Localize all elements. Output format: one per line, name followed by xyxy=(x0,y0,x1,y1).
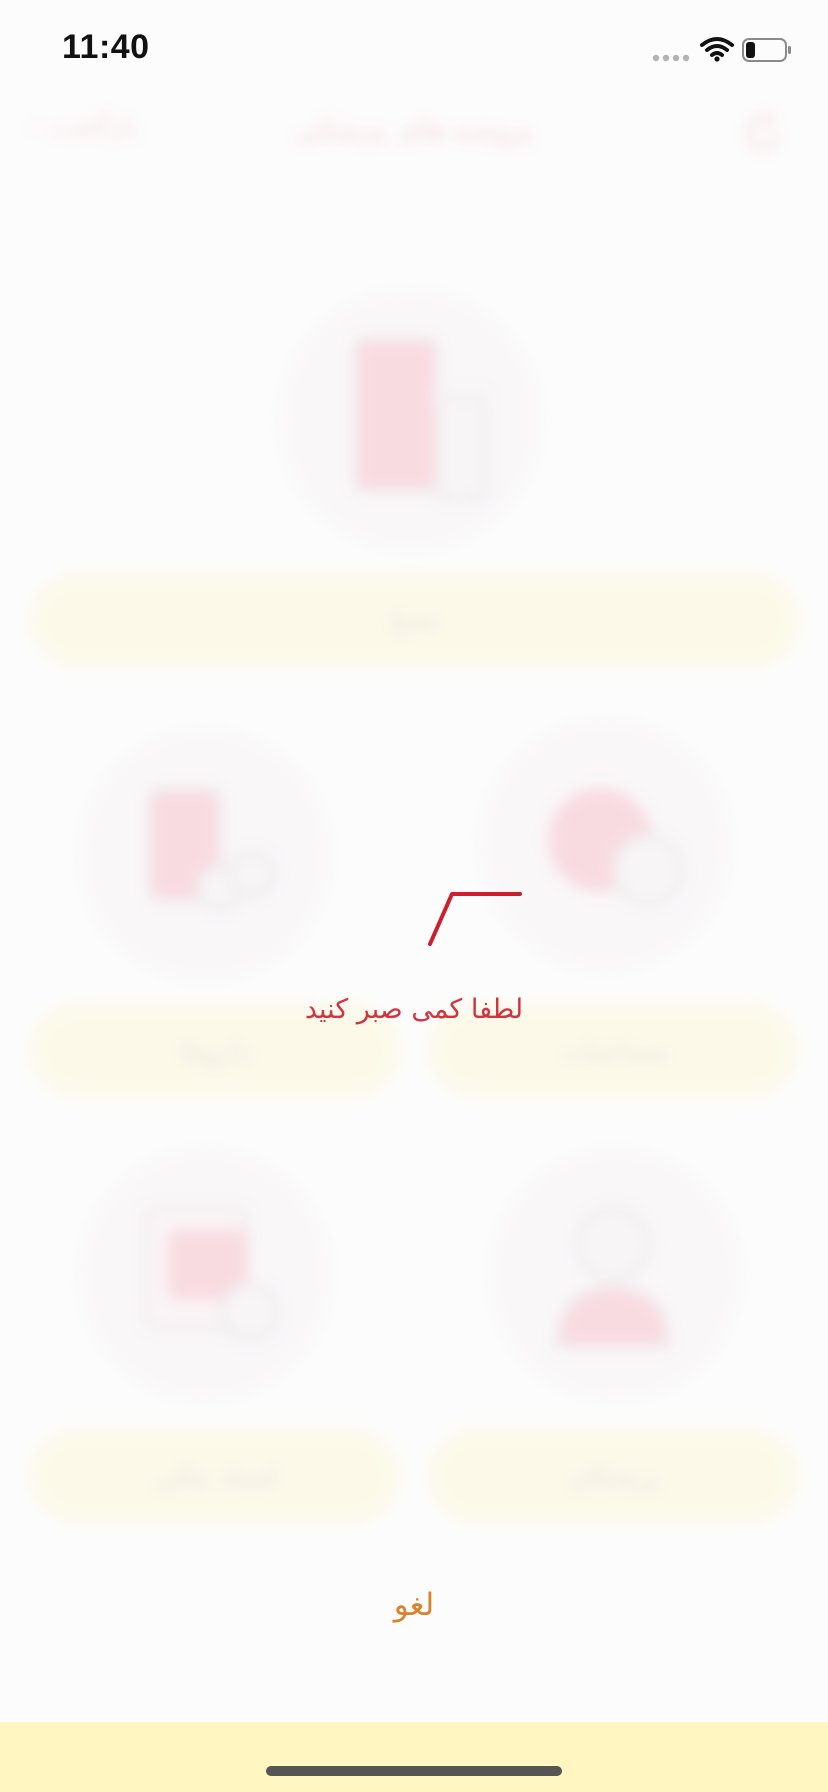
loading-overlay xyxy=(0,0,828,1792)
battery-icon xyxy=(742,38,791,62)
status-time: 11:40 xyxy=(62,28,150,66)
loading-spinner-icon xyxy=(428,892,522,946)
home-indicator[interactable] xyxy=(266,1766,562,1776)
loading-message: لطفا کمی صبر کنید xyxy=(304,994,524,1025)
cancel-button[interactable]: لغو xyxy=(314,1578,514,1630)
app-screen: 11:40 ‹ بازگشت پرونده های پزشکی نسخ دارو… xyxy=(0,0,828,1792)
signal-dots-icon xyxy=(652,54,690,62)
bottom-bar xyxy=(0,1722,828,1792)
wifi-icon xyxy=(700,37,734,62)
status-bar: 11:40 xyxy=(0,0,828,100)
